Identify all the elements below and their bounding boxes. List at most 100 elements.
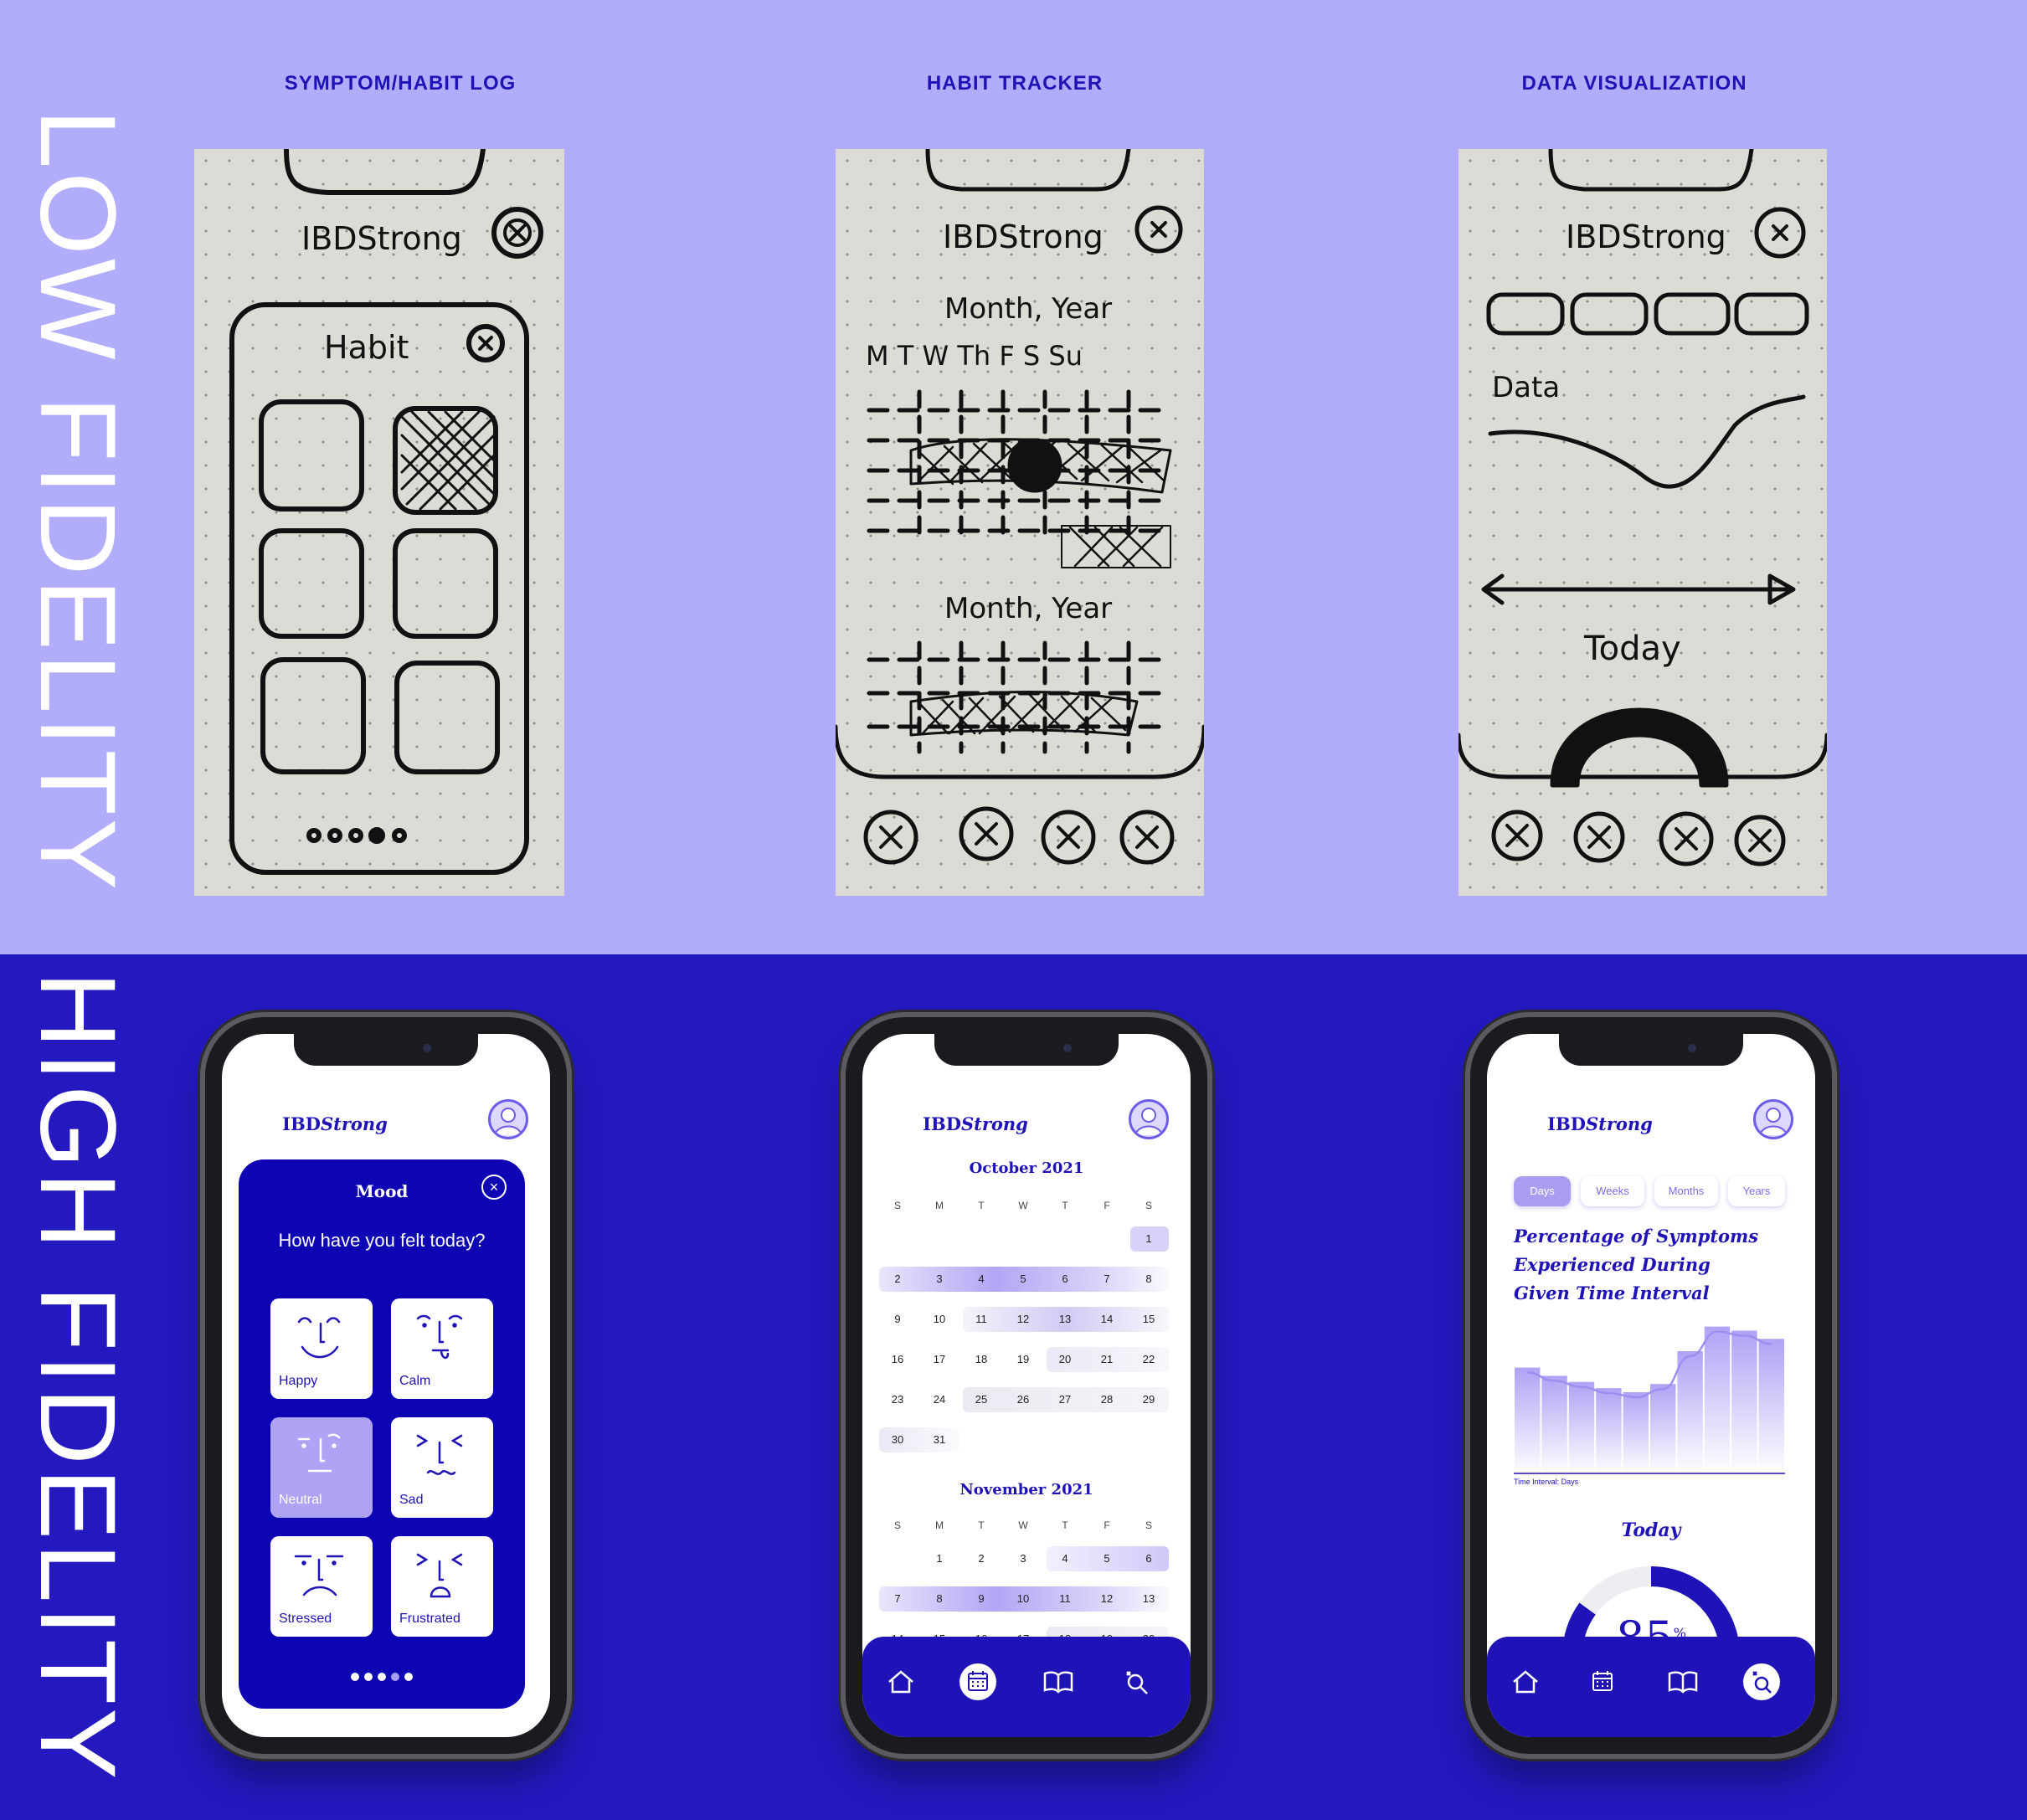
calendar-day[interactable]: 22: [1129, 1347, 1169, 1372]
calendar-day[interactable]: 2: [961, 1546, 1001, 1571]
calendar-day[interactable]: 15: [1129, 1307, 1169, 1332]
phone-data-visualization: IBDStrong Days Weeks Months Years Percen…: [1470, 1017, 1832, 1754]
phone-mood: IBDStrong Mood × How have you felt today…: [205, 1017, 567, 1754]
phone-screen: IBDStrong Days Weeks Months Years Percen…: [1487, 1034, 1815, 1737]
phone-screen: IBDStrong October 2021 SMTWTFS1234567891…: [862, 1034, 1191, 1737]
chart-bar: [1650, 1384, 1676, 1474]
calendar-day[interactable]: 24: [919, 1387, 959, 1412]
calendar-day[interactable]: 16: [877, 1347, 918, 1372]
calendar-day[interactable]: 9: [961, 1586, 1001, 1612]
interval-days-button[interactable]: Days: [1514, 1176, 1571, 1206]
calendar-day[interactable]: 13: [1045, 1307, 1085, 1332]
sketch-habit-log: IBDStrong Habit: [194, 149, 564, 896]
journal-icon[interactable]: [1664, 1663, 1701, 1700]
sketch-app-title: IBDStrong: [1566, 219, 1726, 255]
sketch-month-2: Month, Year: [944, 592, 1112, 625]
calendar-day[interactable]: 20: [1045, 1347, 1085, 1372]
calendar-day[interactable]: 30: [877, 1427, 918, 1452]
calendar-day[interactable]: 31: [919, 1427, 959, 1452]
calendar-icon[interactable]: [959, 1663, 996, 1700]
profile-avatar[interactable]: [1129, 1099, 1169, 1139]
journal-icon[interactable]: [1040, 1663, 1077, 1700]
calendar-day[interactable]: 6: [1045, 1267, 1085, 1292]
calendar-day[interactable]: 28: [1087, 1387, 1127, 1412]
mood-option-neutral[interactable]: Neutral: [270, 1417, 373, 1518]
phone-notch: [294, 1034, 478, 1066]
calendar-day[interactable]: 1: [1129, 1226, 1169, 1252]
sketch-app-title: IBDStrong: [943, 219, 1104, 255]
calendar-day[interactable]: 8: [1129, 1267, 1169, 1292]
calendar-day[interactable]: 7: [877, 1586, 918, 1612]
weekday-header: M: [935, 1519, 944, 1531]
home-icon[interactable]: [1507, 1663, 1544, 1700]
weekday-header: M: [935, 1200, 944, 1211]
phone-screen: IBDStrong Mood × How have you felt today…: [222, 1034, 550, 1737]
calendar-day[interactable]: 10: [1003, 1586, 1043, 1612]
calendar-day[interactable]: 17: [919, 1347, 959, 1372]
calendar-day[interactable]: 13: [1129, 1586, 1169, 1612]
phone-notch: [1559, 1034, 1743, 1066]
interval-years-button[interactable]: Years: [1728, 1176, 1785, 1206]
weekday-header: T: [978, 1519, 985, 1531]
calendar-day[interactable]: 10: [919, 1307, 959, 1332]
app-title: IBDStrong: [1547, 1113, 1653, 1134]
calendar-day[interactable]: 8: [919, 1586, 959, 1612]
chart-bar: [1568, 1381, 1595, 1474]
mood-option-stressed[interactable]: Stressed: [270, 1536, 373, 1637]
calendar-day[interactable]: 11: [1045, 1586, 1085, 1612]
symptom-bar-chart: [1514, 1326, 1785, 1474]
weekday-header: T: [978, 1200, 985, 1211]
chart-axis-label: Time Interval: Days: [1514, 1478, 1579, 1486]
chart-bar: [1541, 1375, 1567, 1474]
column-title-viz: DATA VISUALIZATION: [1521, 72, 1747, 95]
calendar-day[interactable]: 14: [1087, 1307, 1127, 1332]
calendar-day[interactable]: 4: [961, 1267, 1001, 1292]
column-title-log: SYMPTOM/HABIT LOG: [284, 72, 517, 95]
weekday-header: S: [1145, 1200, 1152, 1211]
calendar-october: S M T W T F S 1 2 3 4 5 6 7 8 9 10 11 12 13 14 15 16 17 18 19 20 21…: [877, 1193, 1176, 1468]
calendar-day[interactable]: 23: [877, 1387, 918, 1412]
app-title: IBDStrong: [923, 1113, 1028, 1134]
weekday-header: F: [1104, 1200, 1110, 1211]
insights-icon[interactable]: [1743, 1663, 1780, 1700]
low-fidelity-label: LOW FIDELITY: [18, 109, 137, 893]
sketch-today-label: Today: [1583, 630, 1681, 668]
calendar-day[interactable]: 18: [961, 1347, 1001, 1372]
calendar-day[interactable]: 26: [1003, 1387, 1043, 1412]
calendar-day[interactable]: 5: [1087, 1546, 1127, 1571]
interval-weeks-button[interactable]: Weeks: [1581, 1176, 1644, 1206]
today-label: Today: [1621, 1519, 1681, 1541]
calendar-day[interactable]: 3: [919, 1267, 959, 1292]
calendar-day[interactable]: 5: [1003, 1267, 1043, 1292]
calendar-day[interactable]: 1: [919, 1546, 959, 1571]
calendar-day[interactable]: 21: [1087, 1347, 1127, 1372]
profile-avatar[interactable]: [488, 1099, 528, 1139]
page-indicator[interactable]: [239, 1670, 525, 1685]
home-icon[interactable]: [882, 1663, 919, 1700]
calendar-icon[interactable]: [1584, 1663, 1621, 1700]
mood-panel: Mood × How have you felt today? Happy Ca…: [239, 1159, 525, 1709]
profile-avatar[interactable]: [1753, 1099, 1793, 1139]
sketch-habit-tracker: IBDStrong Month, Year M T W Th F S Su Mo…: [836, 149, 1204, 896]
calendar-day[interactable]: 29: [1129, 1387, 1169, 1412]
phone-habit-tracker: IBDStrong October 2021 SMTWTFS1234567891…: [846, 1017, 1207, 1754]
calendar-day[interactable]: 2: [877, 1267, 918, 1292]
calendar-day[interactable]: 9: [877, 1307, 918, 1332]
calendar-day[interactable]: 11: [961, 1307, 1001, 1332]
calendar-day[interactable]: 19: [1003, 1347, 1043, 1372]
mood-option-sad[interactable]: Sad: [391, 1417, 493, 1518]
mood-option-frustrated[interactable]: Frustrated: [391, 1536, 493, 1637]
calendar-day[interactable]: 27: [1045, 1387, 1085, 1412]
interval-months-button[interactable]: Months: [1654, 1176, 1718, 1206]
calendar-day[interactable]: 7: [1087, 1267, 1127, 1292]
mood-option-happy[interactable]: Happy: [270, 1298, 373, 1399]
close-icon[interactable]: ×: [481, 1175, 507, 1200]
calendar-day[interactable]: 12: [1003, 1307, 1043, 1332]
insights-icon[interactable]: [1119, 1663, 1155, 1700]
calendar-day[interactable]: 3: [1003, 1546, 1043, 1571]
calendar-day[interactable]: 4: [1045, 1546, 1085, 1571]
calendar-day[interactable]: 25: [961, 1387, 1001, 1412]
calendar-day[interactable]: 6: [1129, 1546, 1169, 1571]
mood-option-calm[interactable]: Calm: [391, 1298, 493, 1399]
calendar-day[interactable]: 12: [1087, 1586, 1127, 1612]
